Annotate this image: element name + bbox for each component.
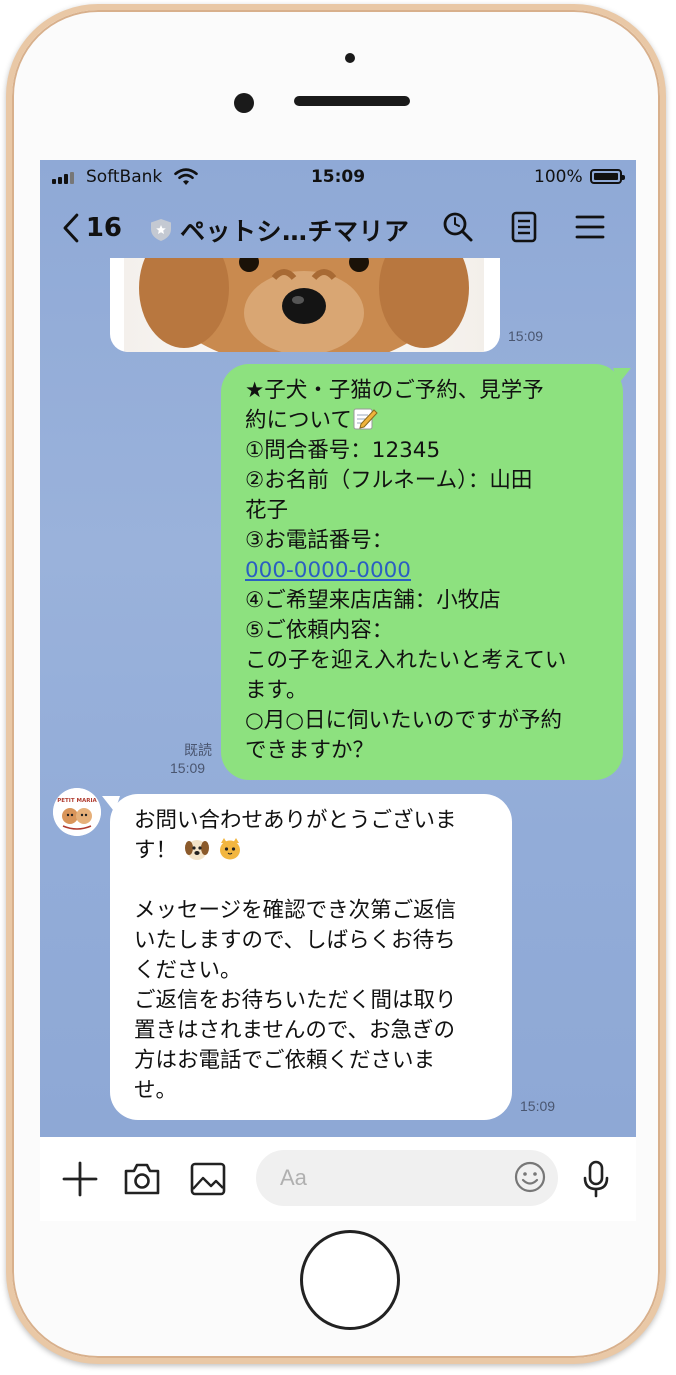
message-line: ④ご希望来店店舗：小牧店 <box>245 588 501 613</box>
memo-emoji-icon <box>353 408 378 430</box>
message-line: ご返信をお待ちいただく間は取り <box>134 988 457 1013</box>
battery-percent: 100% <box>534 167 583 187</box>
logo-text: PETIT MARIA <box>57 798 97 804</box>
message-input-bar <box>40 1137 636 1221</box>
home-button[interactable] <box>300 1230 400 1330</box>
message-line: 置きはされませんので、お急ぎの <box>134 1018 455 1043</box>
message-line: 方はお電話でご依頼くださいま <box>134 1048 436 1073</box>
notes-icon[interactable] <box>506 209 542 245</box>
chat-header: 16 ペットシ…チマリア <box>40 196 636 258</box>
earpiece-speaker <box>294 96 410 106</box>
message-line: ★子犬・子猫のご予約、見学予 <box>245 378 544 403</box>
camera-icon[interactable] <box>122 1159 162 1199</box>
incoming-message-bubble[interactable]: お問い合わせありがとうございま す！ メッセージを確認でき次第ご返信 いたします… <box>110 794 512 1120</box>
message-line <box>134 866 490 896</box>
phone-number-link[interactable]: 000-0000-0000 <box>245 558 411 583</box>
message-line: ○月○日に伺いたいのですが予約 <box>245 708 563 733</box>
chat-title-area[interactable]: ペットシ…チマリア <box>150 212 410 248</box>
message-line: せ。 <box>134 1078 178 1103</box>
message-line: 約について <box>245 406 601 436</box>
outgoing-message-bubble[interactable]: ★子犬・子猫のご予約、見学予 約について ①問合番号：12345 ②お名前（フル… <box>221 364 623 780</box>
cat-face-emoji-icon <box>219 838 240 860</box>
message-line: ①問合番号：12345 <box>245 438 441 463</box>
message-line: この子を迎え入れたいと考えてい <box>245 648 567 673</box>
message-line: 花子 <box>245 498 289 523</box>
microphone-icon[interactable] <box>576 1159 616 1199</box>
image-message[interactable] <box>110 258 500 352</box>
message-line: ます。 <box>245 678 308 703</box>
sender-avatar[interactable]: PETIT MARIA <box>53 788 101 836</box>
battery-icon <box>590 169 625 184</box>
plus-icon[interactable] <box>60 1159 100 1199</box>
message-line: す！ <box>134 836 490 866</box>
message-line: ください。 <box>134 958 242 983</box>
menu-icon[interactable] <box>572 209 608 245</box>
message-time: 15:09 <box>170 760 206 776</box>
message-line: いたしますので、しばらくお待ち <box>134 928 456 953</box>
back-button[interactable]: 16 <box>62 210 122 246</box>
message-line: できますか？ <box>245 738 375 763</box>
message-line: お問い合わせありがとうございま <box>134 808 457 833</box>
puppy-photo <box>124 258 484 352</box>
chat-title: ペットシ…チマリア <box>180 217 410 246</box>
read-receipt: 既読 <box>184 742 212 758</box>
emoji-icon[interactable] <box>512 1159 548 1195</box>
shield-icon <box>151 219 171 241</box>
image-icon[interactable] <box>188 1159 228 1199</box>
back-chevron-icon <box>63 213 79 243</box>
search-icon[interactable] <box>440 209 476 245</box>
front-camera <box>234 93 254 113</box>
dog-face-emoji-icon <box>184 840 209 860</box>
message-time: 15:09 <box>520 1098 556 1114</box>
message-line: ③お電話番号： <box>245 528 394 553</box>
message-line: メッセージを確認でき次第ご返信 <box>134 898 457 923</box>
chat-screen: SoftBank 15:09 100% 16 ペットシ…チマリア 15:09 既… <box>40 160 636 1137</box>
unread-count: 16 <box>85 213 122 243</box>
status-bar: SoftBank 15:09 100% <box>40 160 636 196</box>
proximity-sensor <box>345 53 355 63</box>
message-time: 15:09 <box>508 328 544 344</box>
message-line: ②お名前（フルネーム）：山田 <box>245 468 533 493</box>
message-line: ⑤ご依頼内容： <box>245 618 394 643</box>
